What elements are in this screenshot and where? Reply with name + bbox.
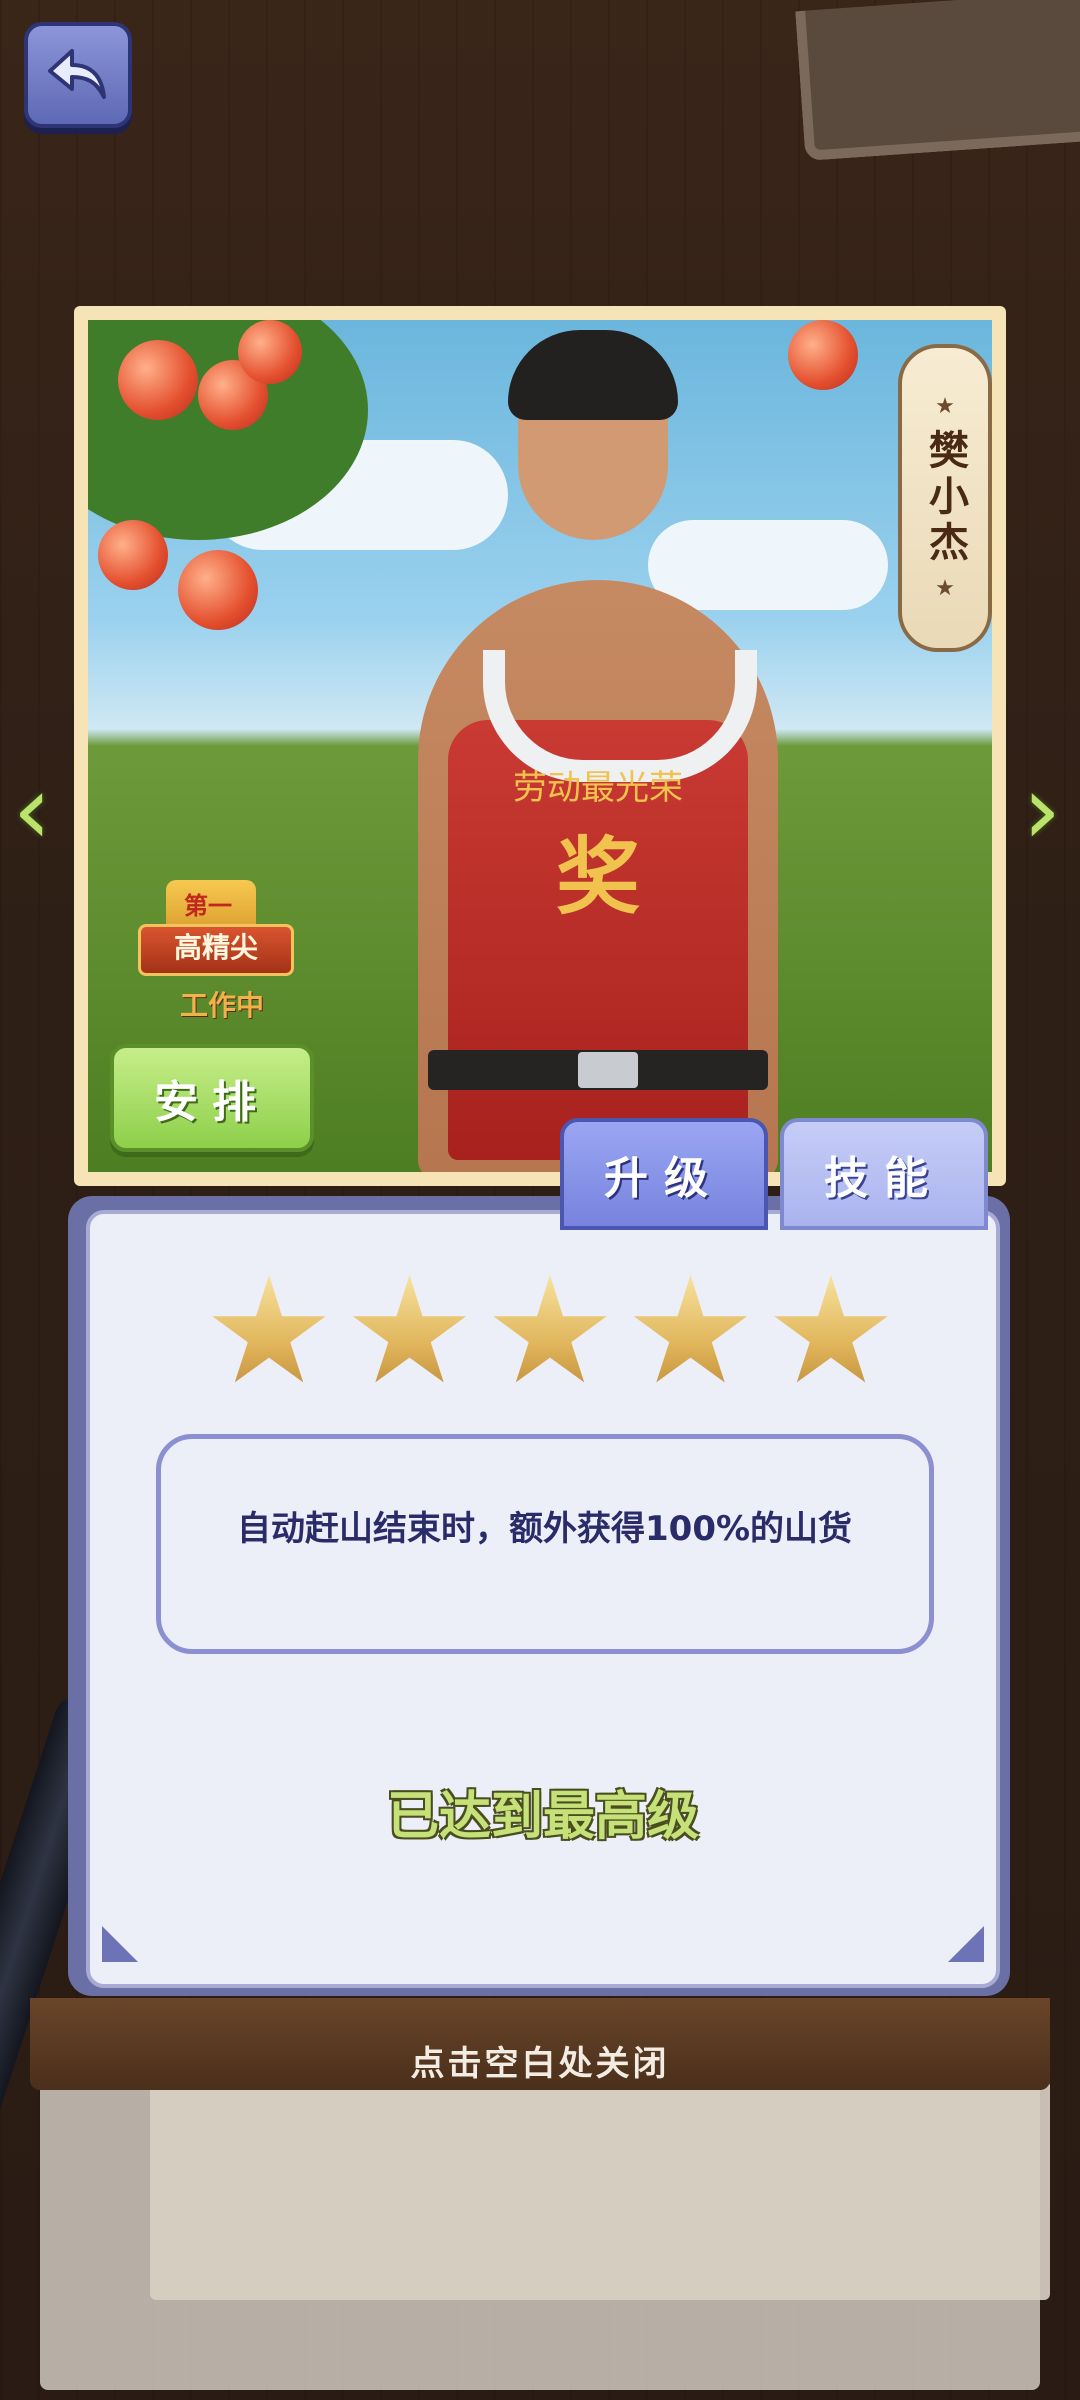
arrange-button[interactable]: 安排 xyxy=(110,1044,314,1152)
shirt-slogan: 劳动最光荣 xyxy=(513,768,683,808)
tab-skill[interactable]: 技能 xyxy=(780,1118,988,1230)
character-name-banner: ★ 樊小杰 ★ xyxy=(898,344,992,652)
apple xyxy=(98,520,168,590)
tab-upgrade[interactable]: 升级 xyxy=(560,1118,768,1230)
character-name: 樊小杰 xyxy=(922,429,969,567)
star-rating xyxy=(210,1274,890,1394)
badge-title: 高精尖 xyxy=(138,924,294,976)
shirt-award-char: 奖 xyxy=(555,827,640,926)
status-label: 工作中 xyxy=(180,989,265,1022)
star-icon xyxy=(633,1275,748,1383)
next-character-arrow[interactable]: › xyxy=(1010,760,1074,860)
star-icon xyxy=(774,1275,888,1383)
badge-rank: 第一 xyxy=(184,892,232,920)
paper-stack-decoration-2 xyxy=(150,2080,1050,2300)
star-icon xyxy=(493,1275,607,1383)
apple xyxy=(118,340,198,420)
man-hair xyxy=(508,330,678,420)
corner-ornament xyxy=(948,1926,984,1962)
apple xyxy=(178,550,258,630)
corner-ornament xyxy=(102,1926,138,1962)
skill-description: 自动赶山结束时，额外获得100%的山货 xyxy=(237,1509,853,1549)
belt-buckle xyxy=(578,1052,638,1088)
back-button[interactable] xyxy=(24,22,132,128)
cloud xyxy=(648,520,888,610)
star-icon xyxy=(352,1275,467,1383)
info-panel-inner: 自动赶山结束时，额外获得100%的山货 已达到最高级 xyxy=(86,1210,1000,1988)
max-level-label: 已达到最高级 xyxy=(386,1787,699,1847)
prev-character-arrow[interactable]: ‹ xyxy=(0,760,64,860)
star-ornament-icon: ★ xyxy=(935,576,955,601)
star-icon xyxy=(212,1275,326,1383)
back-arrow-icon xyxy=(48,49,106,99)
skill-description-box: 自动赶山结束时，额外获得100%的山货 xyxy=(156,1434,934,1654)
apple xyxy=(788,320,858,390)
apple xyxy=(238,320,302,384)
info-panel: 自动赶山结束时，额外获得100%的山货 已达到最高级 xyxy=(68,1196,1010,1996)
star-ornament-icon: ★ xyxy=(935,394,955,419)
abacus-decoration xyxy=(795,0,1080,161)
rank-badge: 第一 高精尖 xyxy=(138,880,294,976)
close-hint: 点击空白处关闭 xyxy=(410,2044,670,2084)
